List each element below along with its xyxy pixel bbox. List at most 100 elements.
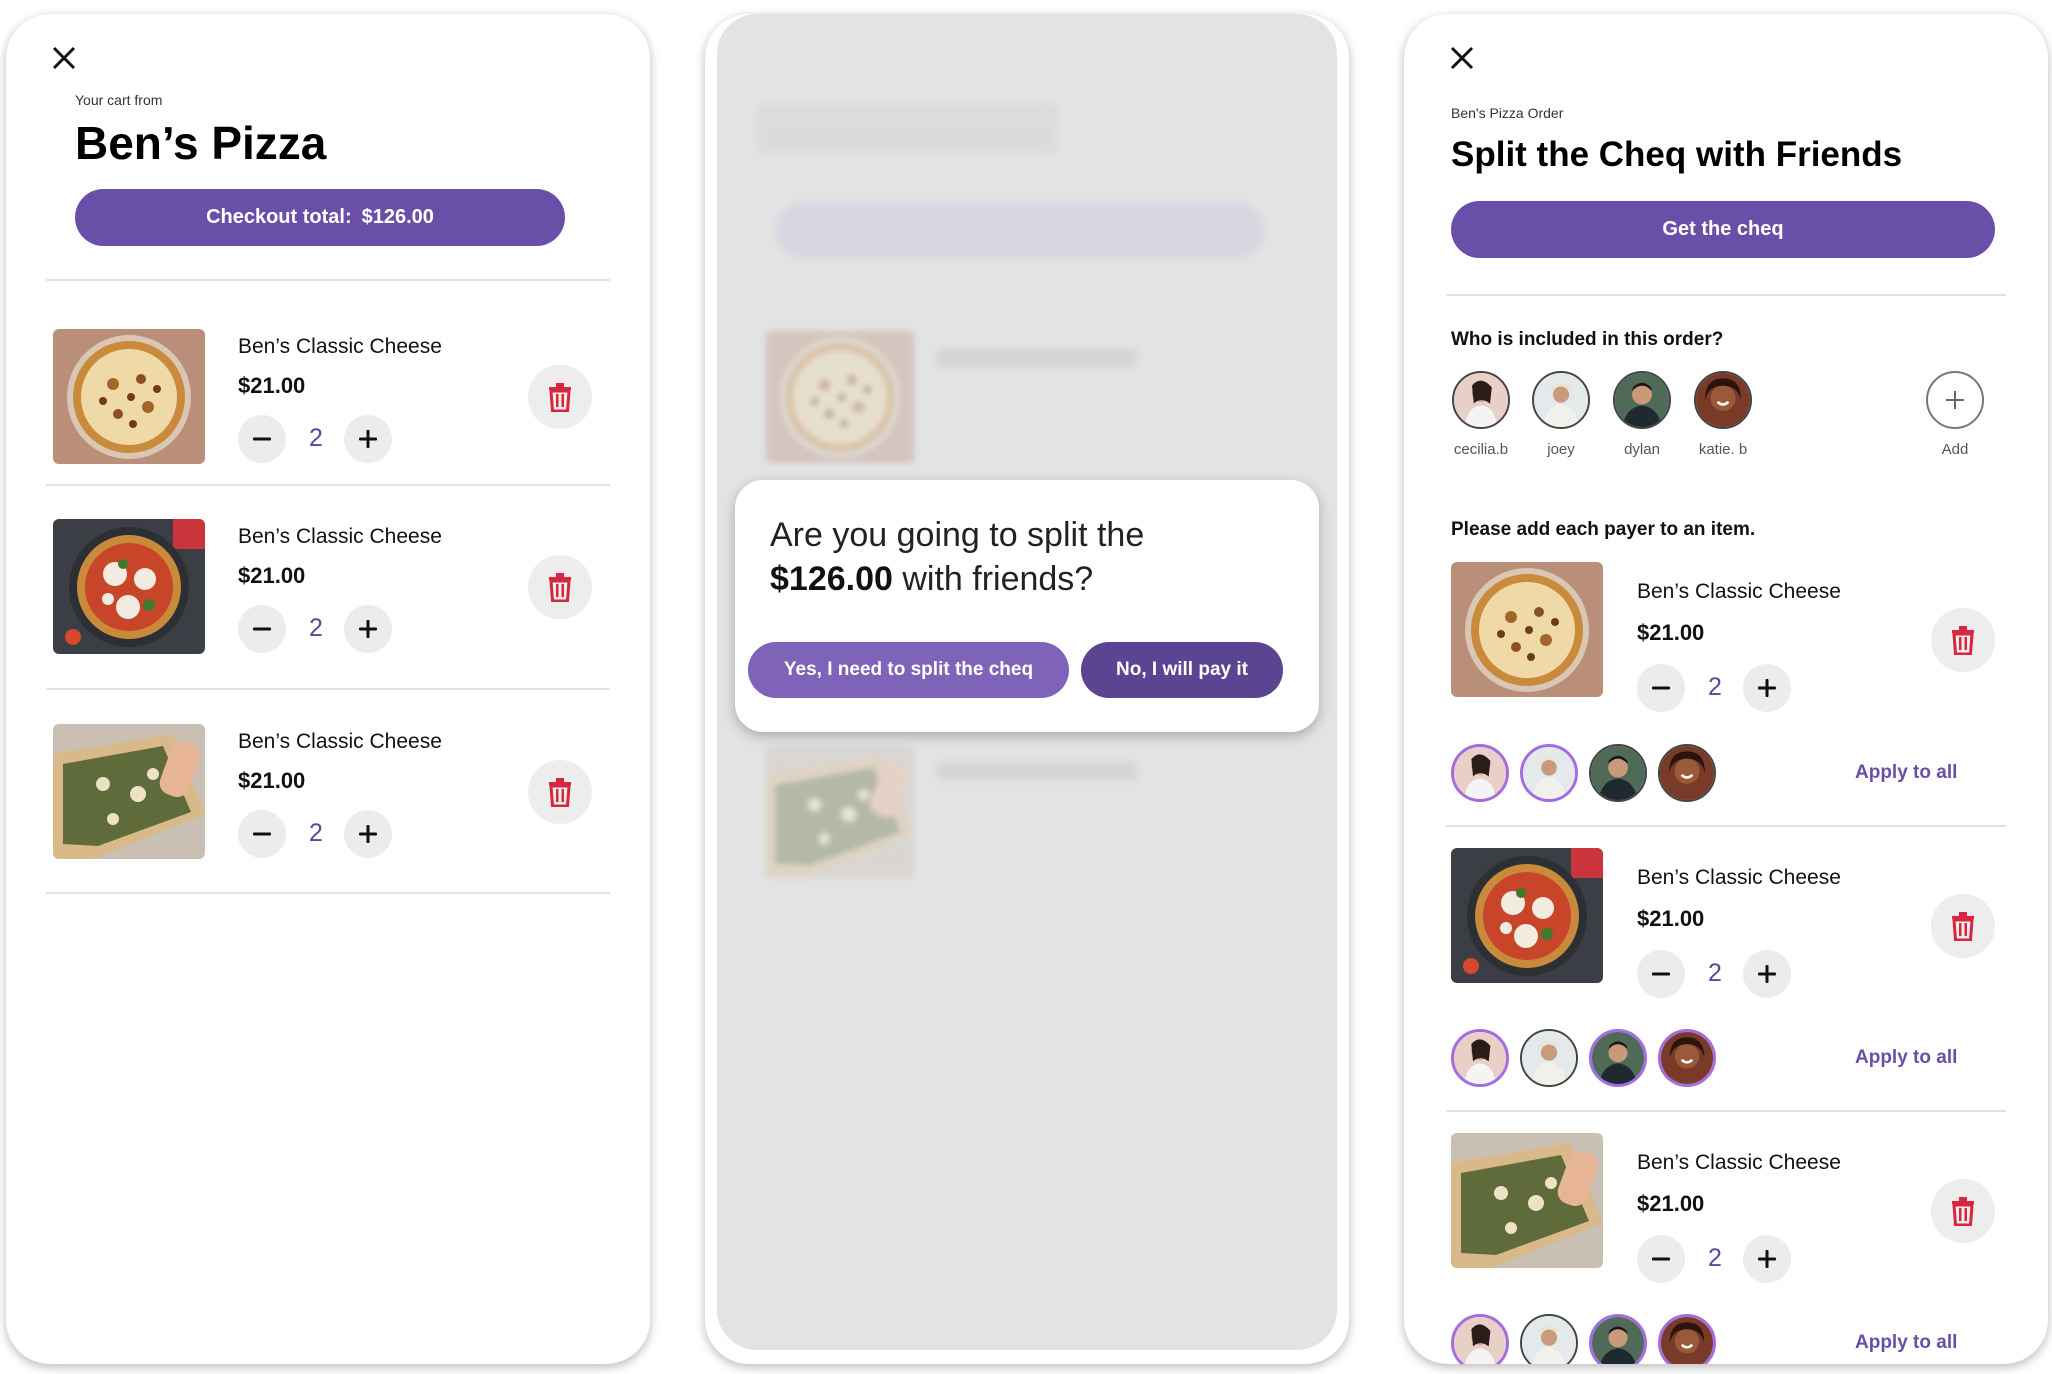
blurred-checkout-button [775, 202, 1265, 259]
payer-row: Apply to all [1451, 1314, 2011, 1364]
plus-icon [357, 618, 379, 640]
trash-icon [1949, 1196, 1977, 1226]
friend-name: katie. b [1698, 441, 1748, 458]
increase-quantity-button[interactable] [1743, 1235, 1791, 1283]
payer-avatar-joey[interactable] [1520, 1029, 1578, 1087]
quantity-value: 2 [1708, 673, 1722, 701]
payer-avatar-cecilia[interactable] [1451, 1314, 1509, 1364]
item-name: Ben’s Classic Cheese [238, 525, 442, 548]
avatar [1452, 371, 1510, 429]
no-pay-button[interactable]: No, I will pay it [1081, 642, 1283, 698]
close-button[interactable] [42, 36, 86, 80]
decrease-quantity-button[interactable] [238, 605, 286, 653]
trash-icon [1949, 911, 1977, 941]
spinach-pizza-image [1451, 1133, 1603, 1268]
cheese-pizza-image [1451, 562, 1603, 697]
decrease-quantity-button[interactable] [1637, 1235, 1685, 1283]
payer-avatar-joey[interactable] [1520, 744, 1578, 802]
plus-icon [357, 823, 379, 845]
increase-quantity-button[interactable] [1743, 950, 1791, 998]
decrease-quantity-button[interactable] [238, 810, 286, 858]
cart-item: Ben’s Classic Cheese $21.00 2 [46, 724, 606, 904]
divider [46, 892, 610, 894]
increase-quantity-button[interactable] [1743, 664, 1791, 712]
checkout-button[interactable]: Checkout total: $126.00 [75, 189, 565, 246]
checkout-amount: $126.00 [361, 206, 434, 228]
blurred-pizza-image [765, 331, 915, 463]
decrease-quantity-button[interactable] [238, 415, 286, 463]
plus-icon [1756, 963, 1778, 985]
delete-item-button[interactable] [528, 365, 592, 429]
payer-avatar-cecilia[interactable] [1451, 1029, 1509, 1087]
restaurant-title: Ben’s Pizza [75, 117, 327, 169]
dialog-amount: $126.00 [770, 560, 893, 598]
split-item: Ben’s Classic Cheese $21.00 2 [1451, 848, 2011, 1028]
delete-item-button[interactable] [528, 760, 592, 824]
friend-cecilia[interactable]: cecilia.b [1441, 371, 1521, 458]
payer-avatar-katie[interactable] [1658, 1314, 1716, 1364]
increase-quantity-button[interactable] [344, 415, 392, 463]
trash-icon [1949, 625, 1977, 655]
checkout-label: Checkout total: [206, 206, 352, 228]
close-button[interactable] [1440, 36, 1484, 80]
minus-icon [1650, 677, 1672, 699]
split-item: Ben’s Classic Cheese $21.00 2 [1451, 1133, 2011, 1313]
delete-item-button[interactable] [528, 555, 592, 619]
plus-icon [357, 428, 379, 450]
payer-avatar-dylan[interactable] [1589, 1314, 1647, 1364]
cart-item: Ben’s Classic Cheese $21.00 2 [46, 329, 606, 509]
quantity-value: 2 [309, 819, 323, 847]
spinach-pizza-image [53, 724, 205, 859]
delete-item-button[interactable] [1931, 608, 1995, 672]
blurred-text [937, 762, 1137, 780]
increase-quantity-button[interactable] [344, 605, 392, 653]
trash-icon [546, 572, 574, 602]
decrease-quantity-button[interactable] [1637, 664, 1685, 712]
trash-icon [546, 382, 574, 412]
delete-item-button[interactable] [1931, 1179, 1995, 1243]
payer-avatar-dylan[interactable] [1589, 744, 1647, 802]
increase-quantity-button[interactable] [344, 810, 392, 858]
apply-to-all-link[interactable]: Apply to all [1855, 1332, 1957, 1354]
yes-split-button[interactable]: Yes, I need to split the cheq [748, 642, 1069, 698]
friend-joey[interactable]: joey [1521, 371, 1601, 458]
decrease-quantity-button[interactable] [1637, 950, 1685, 998]
friend-name: dylan [1624, 441, 1660, 458]
divider [46, 484, 610, 486]
apply-to-all-link[interactable]: Apply to all [1855, 762, 1957, 784]
split-item: Ben’s Classic Cheese $21.00 2 [1451, 562, 2011, 742]
item-name: Ben’s Classic Cheese [1637, 1151, 1841, 1174]
margherita-pizza-image [1451, 848, 1603, 983]
get-cheq-button[interactable]: Get the cheq [1451, 201, 1995, 258]
item-price: $21.00 [238, 563, 306, 588]
quantity-value: 2 [1708, 959, 1722, 987]
item-name: Ben’s Classic Cheese [1637, 866, 1841, 889]
order-subtitle: Ben's Pizza Order [1451, 105, 1564, 121]
margherita-pizza-image [53, 519, 205, 654]
quantity-value: 2 [1708, 1244, 1722, 1272]
item-price: $21.00 [238, 768, 306, 793]
apply-to-all-link[interactable]: Apply to all [1855, 1047, 1957, 1069]
friend-katie[interactable]: katie. b [1683, 371, 1763, 458]
dialog-question-line2: $126.00 with friends? [770, 560, 1093, 599]
payer-row: Apply to all [1451, 1029, 2011, 1089]
divider [1446, 1110, 2006, 1112]
payer-avatar-dylan[interactable] [1589, 1029, 1647, 1087]
item-price: $21.00 [1637, 620, 1705, 645]
delete-item-button[interactable] [1931, 894, 1995, 958]
friend-name: joey [1547, 441, 1575, 458]
payer-avatar-joey[interactable] [1520, 1314, 1578, 1364]
divider [46, 279, 610, 281]
cart-subtitle: Your cart from [75, 92, 163, 108]
payer-avatar-katie[interactable] [1658, 744, 1716, 802]
friend-dylan[interactable]: dylan [1602, 371, 1682, 458]
plus-icon [1756, 677, 1778, 699]
avatar [1613, 371, 1671, 429]
payer-avatar-cecilia[interactable] [1451, 744, 1509, 802]
minus-icon [251, 428, 273, 450]
plus-icon [1946, 391, 1964, 409]
payer-avatar-katie[interactable] [1658, 1029, 1716, 1087]
add-label: Add [1941, 441, 1969, 458]
split-screen: Ben's Pizza Order Split the Cheq with Fr… [1404, 14, 2048, 1364]
add-friend-button[interactable]: Add [1915, 371, 1995, 458]
